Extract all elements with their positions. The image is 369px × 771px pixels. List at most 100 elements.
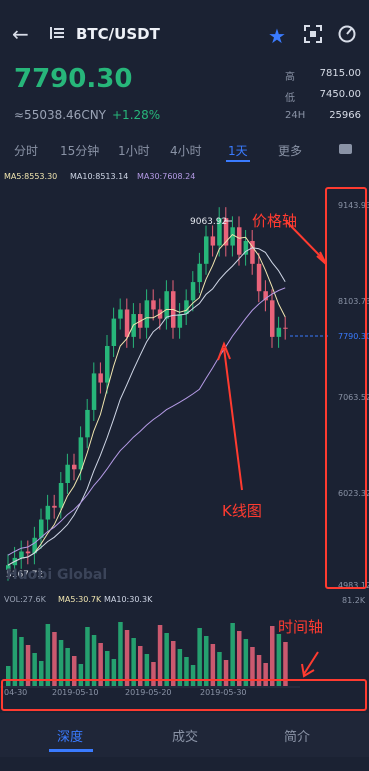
volume-bar <box>270 626 275 686</box>
volume-bar <box>72 656 77 686</box>
volume-bar <box>263 663 268 686</box>
volume-value: 25966 <box>329 110 361 121</box>
volume-bars <box>6 622 288 686</box>
candle <box>65 464 70 483</box>
time-tick-2: 2019-05-20 <box>125 688 172 697</box>
candle <box>256 263 262 292</box>
candle <box>58 482 64 508</box>
candles <box>6 207 288 581</box>
volume-bar <box>230 623 235 686</box>
tab-4h[interactable]: 4小时 <box>170 142 202 159</box>
candle <box>177 314 183 328</box>
candle <box>144 300 150 328</box>
candle <box>52 505 57 508</box>
volume-bar <box>39 661 44 686</box>
volume-bar <box>118 622 123 686</box>
bottom-active-underline <box>49 749 93 752</box>
volume-bar <box>131 638 136 686</box>
price-axis-annotation: 价格轴 <box>252 212 298 230</box>
low-value: 7450.00 <box>319 89 361 100</box>
candle <box>283 327 288 329</box>
time-tick-3: 2019-05-30 <box>200 688 247 697</box>
high-value: 7815.00 <box>319 68 361 79</box>
volume-bar <box>85 627 90 686</box>
volume-bar <box>111 659 117 686</box>
favorite-star-icon[interactable]: ★ <box>268 24 286 48</box>
time-tick-0: 04-30 <box>4 688 27 697</box>
tab-15m[interactable]: 15分钟 <box>60 142 99 159</box>
candle <box>164 291 169 319</box>
price-tick-2: 7063.52 <box>338 393 369 402</box>
watermark: Huobi Global <box>6 567 108 583</box>
volume-bar <box>6 666 11 686</box>
volume-label: 24H <box>285 110 306 121</box>
volume-bar <box>12 629 18 686</box>
fullscreen-icon[interactable] <box>304 25 322 43</box>
candle <box>19 551 24 558</box>
tab-depth[interactable]: 深度 <box>57 726 83 745</box>
candle <box>270 300 275 337</box>
tab-intro[interactable]: 简介 <box>284 726 310 745</box>
volume-bar <box>184 657 189 686</box>
menu-icon[interactable] <box>50 27 64 39</box>
candle <box>237 227 242 255</box>
candle <box>91 373 97 410</box>
high-label: 高 <box>285 72 295 83</box>
peak-label: 9063.92 <box>190 217 227 227</box>
candle <box>210 236 216 246</box>
volume-bar <box>204 636 209 686</box>
tab-1h[interactable]: 1小时 <box>118 142 150 159</box>
active-tab-underline <box>226 160 250 162</box>
low-label: 低 <box>285 93 295 104</box>
volume-bar <box>157 625 163 686</box>
price-tick-1: 8103.73 <box>338 297 369 306</box>
ticker-stats: 高 7815.00 低 7450.00 24H 25966 <box>285 68 361 131</box>
top-bar: ← BTC/USDT ★ <box>0 0 369 64</box>
candle <box>72 464 77 470</box>
volume-bar <box>256 655 262 686</box>
candle <box>197 263 202 283</box>
volume-bar <box>237 631 242 686</box>
volume-bar <box>151 662 156 686</box>
candle <box>151 300 156 310</box>
candle <box>204 236 209 264</box>
tab-trades[interactable]: 成交 <box>172 726 198 745</box>
volume-bar <box>276 634 282 686</box>
kline-arrow <box>217 341 243 491</box>
pair-title[interactable]: BTC/USDT <box>76 25 160 43</box>
price-tick-3: 6023.32 <box>338 489 369 498</box>
last-price: 7790.30 <box>14 64 133 94</box>
kline-annotation: K线图 <box>222 502 262 520</box>
back-arrow-icon[interactable]: ← <box>12 22 29 46</box>
vol-ma5-legend: MA5:30.7K <box>58 595 102 604</box>
candle <box>124 309 130 337</box>
volume-bar <box>32 653 37 686</box>
interval-tabs: 分时 15分钟 1小时 4小时 1天 更多 <box>0 138 369 164</box>
cny-price: ≈55038.46CNY <box>14 108 106 122</box>
tab-1d[interactable]: 1天 <box>228 142 248 159</box>
price-tick-0: 9143.93 <box>338 201 369 210</box>
volume-bar <box>124 630 130 686</box>
candle <box>98 373 103 383</box>
volume-bar <box>190 665 196 686</box>
price-axis-highlight <box>325 187 367 589</box>
time-axis-arrow <box>301 651 319 678</box>
indicator-settings-icon[interactable] <box>338 142 354 156</box>
refresh-icon[interactable] <box>337 24 357 44</box>
vol-axis-max: 81.2K <box>342 596 366 605</box>
tab-more[interactable]: 更多 <box>278 142 302 159</box>
candle <box>111 318 117 347</box>
volume-bar <box>19 637 24 686</box>
candle <box>85 409 90 438</box>
tab-timeshare[interactable]: 分时 <box>14 142 38 159</box>
volume-bar <box>45 624 51 686</box>
candle <box>45 505 51 520</box>
vol-ma10-legend: MA10:30.3K <box>104 595 153 604</box>
price-tick-last: 7790.30 <box>338 332 369 341</box>
volume-bar <box>197 628 202 686</box>
candle <box>118 309 123 319</box>
candle <box>190 282 196 301</box>
candle <box>78 437 84 470</box>
candle <box>105 346 110 383</box>
volume-bar <box>144 654 150 686</box>
